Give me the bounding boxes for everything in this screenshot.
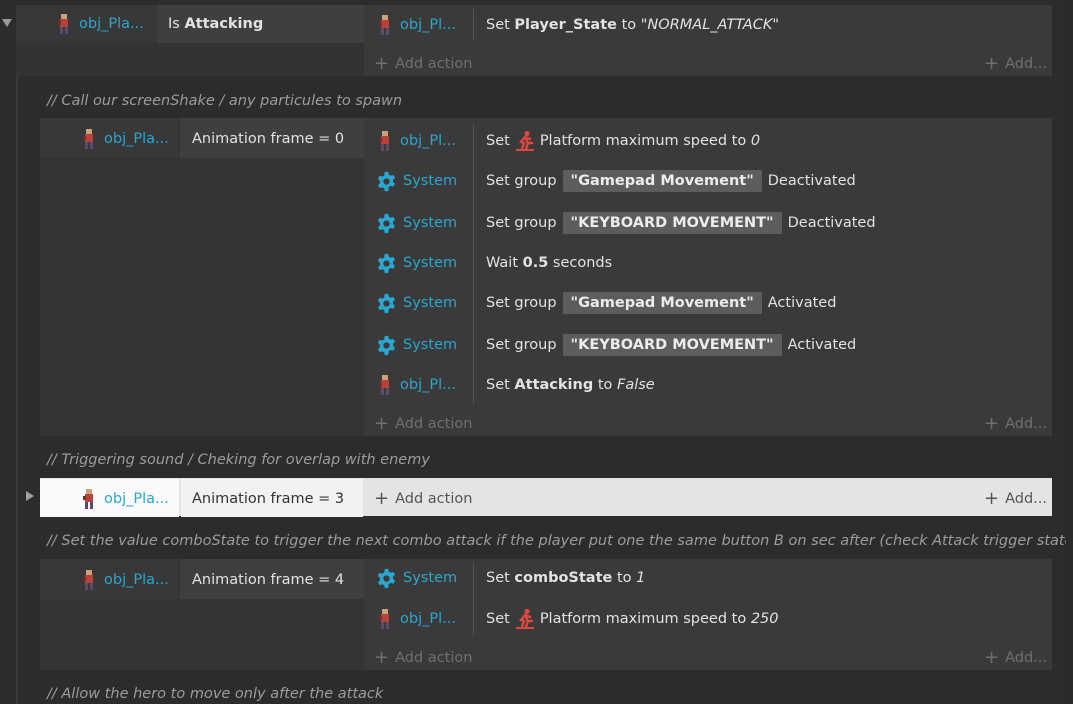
expand-arrow-icon[interactable]	[26, 491, 34, 501]
action-text[interactable]: Set comboState to 1	[486, 560, 645, 596]
add-action-button[interactable]: + Add action	[374, 487, 472, 509]
add-button[interactable]: + Add...	[984, 646, 1047, 668]
condition-text[interactable]: Animation frame = 3	[192, 480, 344, 518]
condition-text[interactable]: Is Attacking	[168, 5, 263, 43]
collapse-arrow-icon[interactable]	[2, 19, 12, 27]
action-text[interactable]: Set Player_State to "NORMAL_ATTACK"	[486, 7, 779, 43]
action-object[interactable]: System	[376, 245, 457, 281]
add-action-button[interactable]: + Add action	[374, 646, 472, 668]
condition-object[interactable]: obj_Pla...	[82, 480, 169, 518]
player-sprite-icon	[379, 609, 389, 629]
add-action-button[interactable]: + Add action	[374, 52, 472, 74]
action-text[interactable]: Set Platform maximum speed to 0	[486, 123, 760, 159]
action-object[interactable]: System	[376, 560, 457, 596]
player-sprite-icon	[83, 570, 93, 590]
condition-object-name[interactable]: obj_Pla...	[79, 16, 144, 32]
group-name-pill: "KEYBOARD MOVEMENT"	[562, 212, 782, 234]
gear-icon	[377, 335, 396, 355]
event-tree-line	[16, 40, 18, 704]
add-action-button[interactable]: + Add action	[374, 412, 472, 434]
add-button[interactable]: + Add...	[984, 487, 1047, 509]
action-object[interactable]: System	[376, 285, 457, 321]
scrollbar-track[interactable]	[1066, 0, 1073, 704]
group-name-pill: "Gamepad Movement"	[562, 292, 762, 314]
platform-behavior-icon	[515, 130, 534, 151]
action-object[interactable]: obj_Pl...	[378, 123, 456, 159]
comment-row[interactable]: // Triggering sound / Cheking for overla…	[47, 452, 430, 468]
gear-icon	[377, 171, 396, 191]
platform-behavior-icon	[515, 608, 534, 629]
action-object[interactable]: System	[376, 327, 457, 363]
action-object[interactable]: obj_Pl...	[378, 7, 456, 43]
action-text[interactable]: Set group "Gamepad Movement" Deactivated	[486, 163, 856, 199]
group-name-pill: "KEYBOARD MOVEMENT"	[562, 334, 782, 356]
condition-object[interactable]: obj_Pla...	[57, 5, 144, 43]
action-text[interactable]: Set Platform maximum speed to 250	[486, 601, 779, 637]
action-object[interactable]: obj_Pl...	[378, 601, 456, 637]
add-button[interactable]: + Add...	[984, 52, 1047, 74]
comment-row[interactable]: // Set the value comboState to trigger t…	[47, 533, 1073, 549]
action-text[interactable]: Wait 0.5 seconds	[486, 245, 612, 281]
player-sprite-icon	[58, 14, 68, 34]
action-text[interactable]: Set group "KEYBOARD MOVEMENT" Activated	[486, 327, 856, 363]
player-sprite-icon	[83, 489, 93, 509]
player-sprite-icon	[379, 131, 389, 151]
add-button[interactable]: + Add...	[984, 412, 1047, 434]
comment-row[interactable]: // Allow the hero to move only after the…	[47, 686, 383, 702]
action-object[interactable]: System	[376, 205, 457, 241]
player-sprite-icon	[83, 129, 93, 149]
condition-row[interactable]	[40, 118, 364, 436]
action-text[interactable]: Set Attacking to False	[486, 367, 655, 403]
gear-icon	[377, 253, 396, 273]
group-name-pill: "Gamepad Movement"	[562, 170, 762, 192]
action-text[interactable]: Set group "Gamepad Movement" Activated	[486, 285, 836, 321]
player-sprite-icon	[379, 15, 389, 35]
player-sprite-icon	[379, 375, 389, 395]
action-text[interactable]: Set group "KEYBOARD MOVEMENT" Deactivated	[486, 205, 876, 241]
gear-icon	[377, 293, 396, 313]
condition-text[interactable]: Animation frame = 0	[192, 120, 344, 158]
comment-row[interactable]: // Call our screenShake / any particules…	[47, 93, 402, 109]
action-object[interactable]: obj_Pl...	[378, 367, 456, 403]
condition-object[interactable]: obj_Pla...	[82, 120, 169, 158]
action-object[interactable]: System	[376, 163, 457, 199]
gear-icon	[377, 213, 396, 233]
gear-icon	[377, 568, 396, 588]
condition-object[interactable]: obj_Pla...	[82, 561, 169, 599]
condition-text[interactable]: Animation frame = 4	[192, 561, 344, 599]
